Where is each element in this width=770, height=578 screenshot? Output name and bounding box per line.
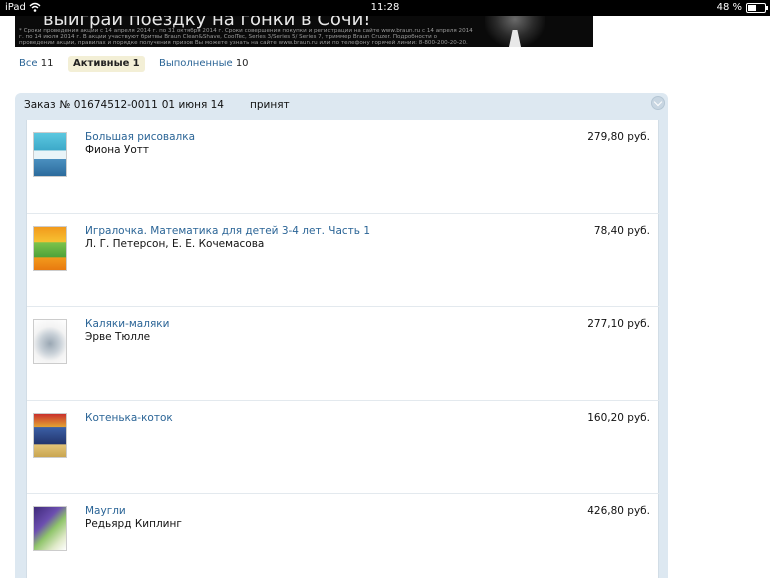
collapse-chevron-icon[interactable] <box>651 96 665 110</box>
book-author: Редьярд Киплинг <box>85 518 182 530</box>
book-price: 277,10 руб. <box>587 318 650 330</box>
status-bar: iPad 11:28 48 % <box>0 0 770 16</box>
book-author: Эрве Тюлле <box>85 331 151 343</box>
order-label: Заказ <box>24 99 56 111</box>
order-status: принят <box>250 99 290 111</box>
book-price: 160,20 руб. <box>587 412 650 424</box>
tab-active-count: 1 <box>132 58 140 69</box>
book-title-link[interactable]: Игралочка. Математика для детей 3-4 лет.… <box>85 225 370 237</box>
list-item: Каляки-маляки Эрве Тюлле 277,10 руб. <box>27 306 660 399</box>
order-header: Заказ № 01674512-0011 01 июня 14 принят <box>24 99 294 111</box>
order-items-list: Большая рисовалка Фиона Уотт 279,80 руб.… <box>26 120 660 578</box>
list-item: Игралочка. Математика для детей 3-4 лет.… <box>27 213 660 306</box>
book-price: 78,40 руб. <box>593 225 650 237</box>
tab-all-count: 11 <box>40 58 54 69</box>
banner-person-image <box>485 16 545 47</box>
book-title-link[interactable]: Каляки-маляки <box>85 318 169 330</box>
banner-fine-print: * Сроки проведения акции с 14 апреля 201… <box>19 28 473 46</box>
book-cover-image[interactable] <box>33 413 67 458</box>
book-cover-image[interactable] <box>33 226 67 271</box>
book-author: Л. Г. Петерсон, Е. Е. Кочемасова <box>85 238 265 250</box>
list-item: Котенька-коток 160,20 руб. <box>27 400 660 493</box>
tab-active-label: Активные <box>73 58 130 69</box>
tab-completed-count: 10 <box>235 58 249 69</box>
list-item: Маугли Редьярд Киплинг 426,80 руб. <box>27 493 660 578</box>
order-panel: Заказ № 01674512-0011 01 июня 14 принят Бол… <box>15 93 668 578</box>
tab-all[interactable]: Все 11 <box>14 56 58 72</box>
book-author: Фиона Уотт <box>85 144 149 156</box>
book-title-link[interactable]: Большая рисовалка <box>85 131 195 143</box>
tab-all-label: Все <box>19 58 38 69</box>
order-number: № 01674512-0011 <box>59 99 158 111</box>
clock: 11:28 <box>370 2 400 13</box>
order-date: 01 июня 14 <box>161 99 224 111</box>
battery-icon <box>746 3 768 13</box>
battery-percent: 48 % <box>716 2 742 13</box>
book-price: 279,80 руб. <box>587 131 650 143</box>
tab-active[interactable]: Активные 1 <box>68 56 145 72</box>
book-cover-image[interactable] <box>33 132 67 177</box>
tab-completed-label: Выполненные <box>159 58 233 69</box>
book-title-link[interactable]: Маугли <box>85 505 126 517</box>
list-item: Большая рисовалка Фиона Уотт 279,80 руб. <box>27 120 660 213</box>
battery-fill <box>748 5 756 11</box>
book-cover-image[interactable] <box>33 506 67 551</box>
book-title-link[interactable]: Котенька-коток <box>85 412 173 424</box>
book-cover-image[interactable] <box>33 319 67 364</box>
ad-banner[interactable]: выиграй поездку на гонки в Сочи! * Сроки… <box>15 16 593 47</box>
tab-completed[interactable]: Выполненные 10 <box>154 56 254 72</box>
book-price: 426,80 руб. <box>587 505 650 517</box>
